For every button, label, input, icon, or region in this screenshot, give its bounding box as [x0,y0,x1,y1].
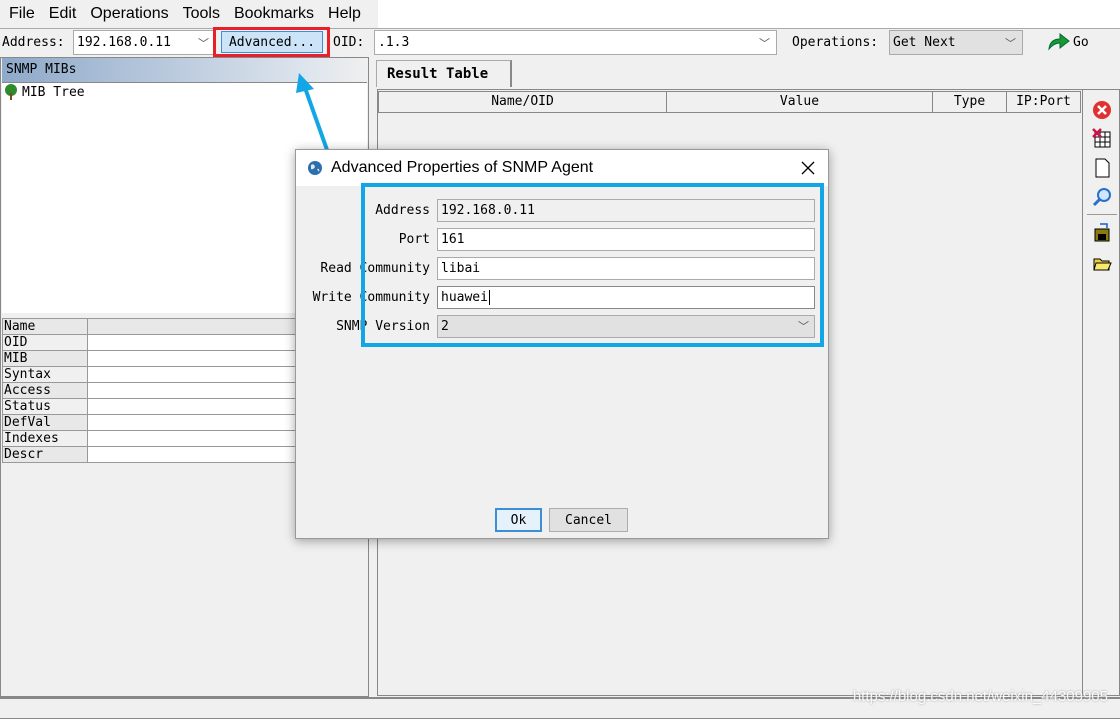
property-name: Name [3,319,88,334]
oid-combo[interactable]: .1.3 ﹀ [374,30,777,55]
address-value: 192.168.0.11 [77,35,171,50]
dialog-title: Advanced Properties of SNMP Agent [331,159,594,176]
property-row: Descr [3,447,295,463]
ok-button[interactable]: Ok [495,508,542,532]
menu-bookmarks[interactable]: Bookmarks [234,5,314,23]
operation-value: Get Next [893,35,956,50]
menu-file[interactable]: File [9,5,35,23]
column-name-oid[interactable]: Name/OID [379,92,667,112]
divider [1087,214,1117,215]
column-value[interactable]: Value [667,92,933,112]
property-value [88,415,295,430]
property-row: Status [3,399,295,415]
property-name: DefVal [3,415,88,430]
property-value [88,335,295,350]
property-name: MIB [3,351,88,366]
document-icon[interactable] [1092,158,1112,178]
globe-icon [308,161,322,175]
property-name: Syntax [3,367,88,382]
property-name: Status [3,399,88,414]
property-row: Access [3,383,295,399]
property-value [88,367,295,382]
address-combo[interactable]: 192.168.0.11 ﹀ [73,30,216,55]
property-row: Name [3,319,295,335]
property-row: MIB [3,351,295,367]
operations-label: Operations: [792,35,879,50]
menu-edit[interactable]: Edit [49,5,77,23]
property-name: Access [3,383,88,398]
menu-operations[interactable]: Operations [90,5,168,23]
property-value [88,319,295,334]
dialog-title-bar: Advanced Properties of SNMP Agent [296,150,828,186]
property-name: OID [3,335,88,350]
property-value [88,351,295,366]
property-row: DefVal [3,415,295,431]
property-row: Indexes [3,431,295,447]
menu-tools[interactable]: Tools [183,5,220,23]
oid-label: OID: [333,35,365,50]
result-table-header: Name/OID Value Type IP:Port [378,91,1081,113]
column-type[interactable]: Type [933,92,1007,112]
tree-node-label: MIB Tree [22,84,85,100]
clear-table-icon[interactable] [1092,128,1112,148]
go-arrow-icon [1048,33,1070,51]
tree-icon [5,84,17,100]
annotation-blue-box [361,183,824,347]
property-value [88,447,295,462]
property-name: Indexes [3,431,88,446]
divider [0,28,1120,29]
address-label: Address: [2,35,65,50]
tab-result-table[interactable]: Result Table [376,60,512,87]
stop-icon[interactable] [1092,100,1112,120]
save-icon[interactable] [1092,222,1112,242]
go-button[interactable]: Go [1047,33,1089,51]
property-row: OID [3,335,295,351]
property-row: Syntax [3,367,295,383]
property-value [88,399,295,414]
property-value [88,383,295,398]
chevron-down-icon: ﹀ [198,37,209,50]
property-value [88,431,295,446]
column-ip-port[interactable]: IP:Port [1007,92,1080,112]
menu-help[interactable]: Help [328,5,361,23]
right-toolbar [1082,90,1120,695]
annotation-red-box [213,27,330,57]
watermark: https://blog.csdn.net/weixin_44309905 [852,688,1108,705]
operations-combo[interactable]: Get Next ﹀ [889,30,1023,55]
cancel-button[interactable]: Cancel [549,508,628,532]
search-icon[interactable] [1092,187,1112,207]
oid-value: .1.3 [378,35,410,50]
properties-table: Name OID MIB Syntax Access Status DefVal… [2,318,295,463]
open-folder-icon[interactable] [1092,252,1112,272]
close-icon[interactable] [801,161,815,175]
menu-bar: File Edit Operations Tools Bookmarks Hel… [0,0,378,28]
go-label: Go [1073,34,1089,50]
chevron-down-icon: ﹀ [759,37,770,50]
menu-bar-spacer [378,0,1120,28]
chevron-down-icon: ﹀ [1005,37,1016,50]
property-name: Descr [3,447,88,462]
